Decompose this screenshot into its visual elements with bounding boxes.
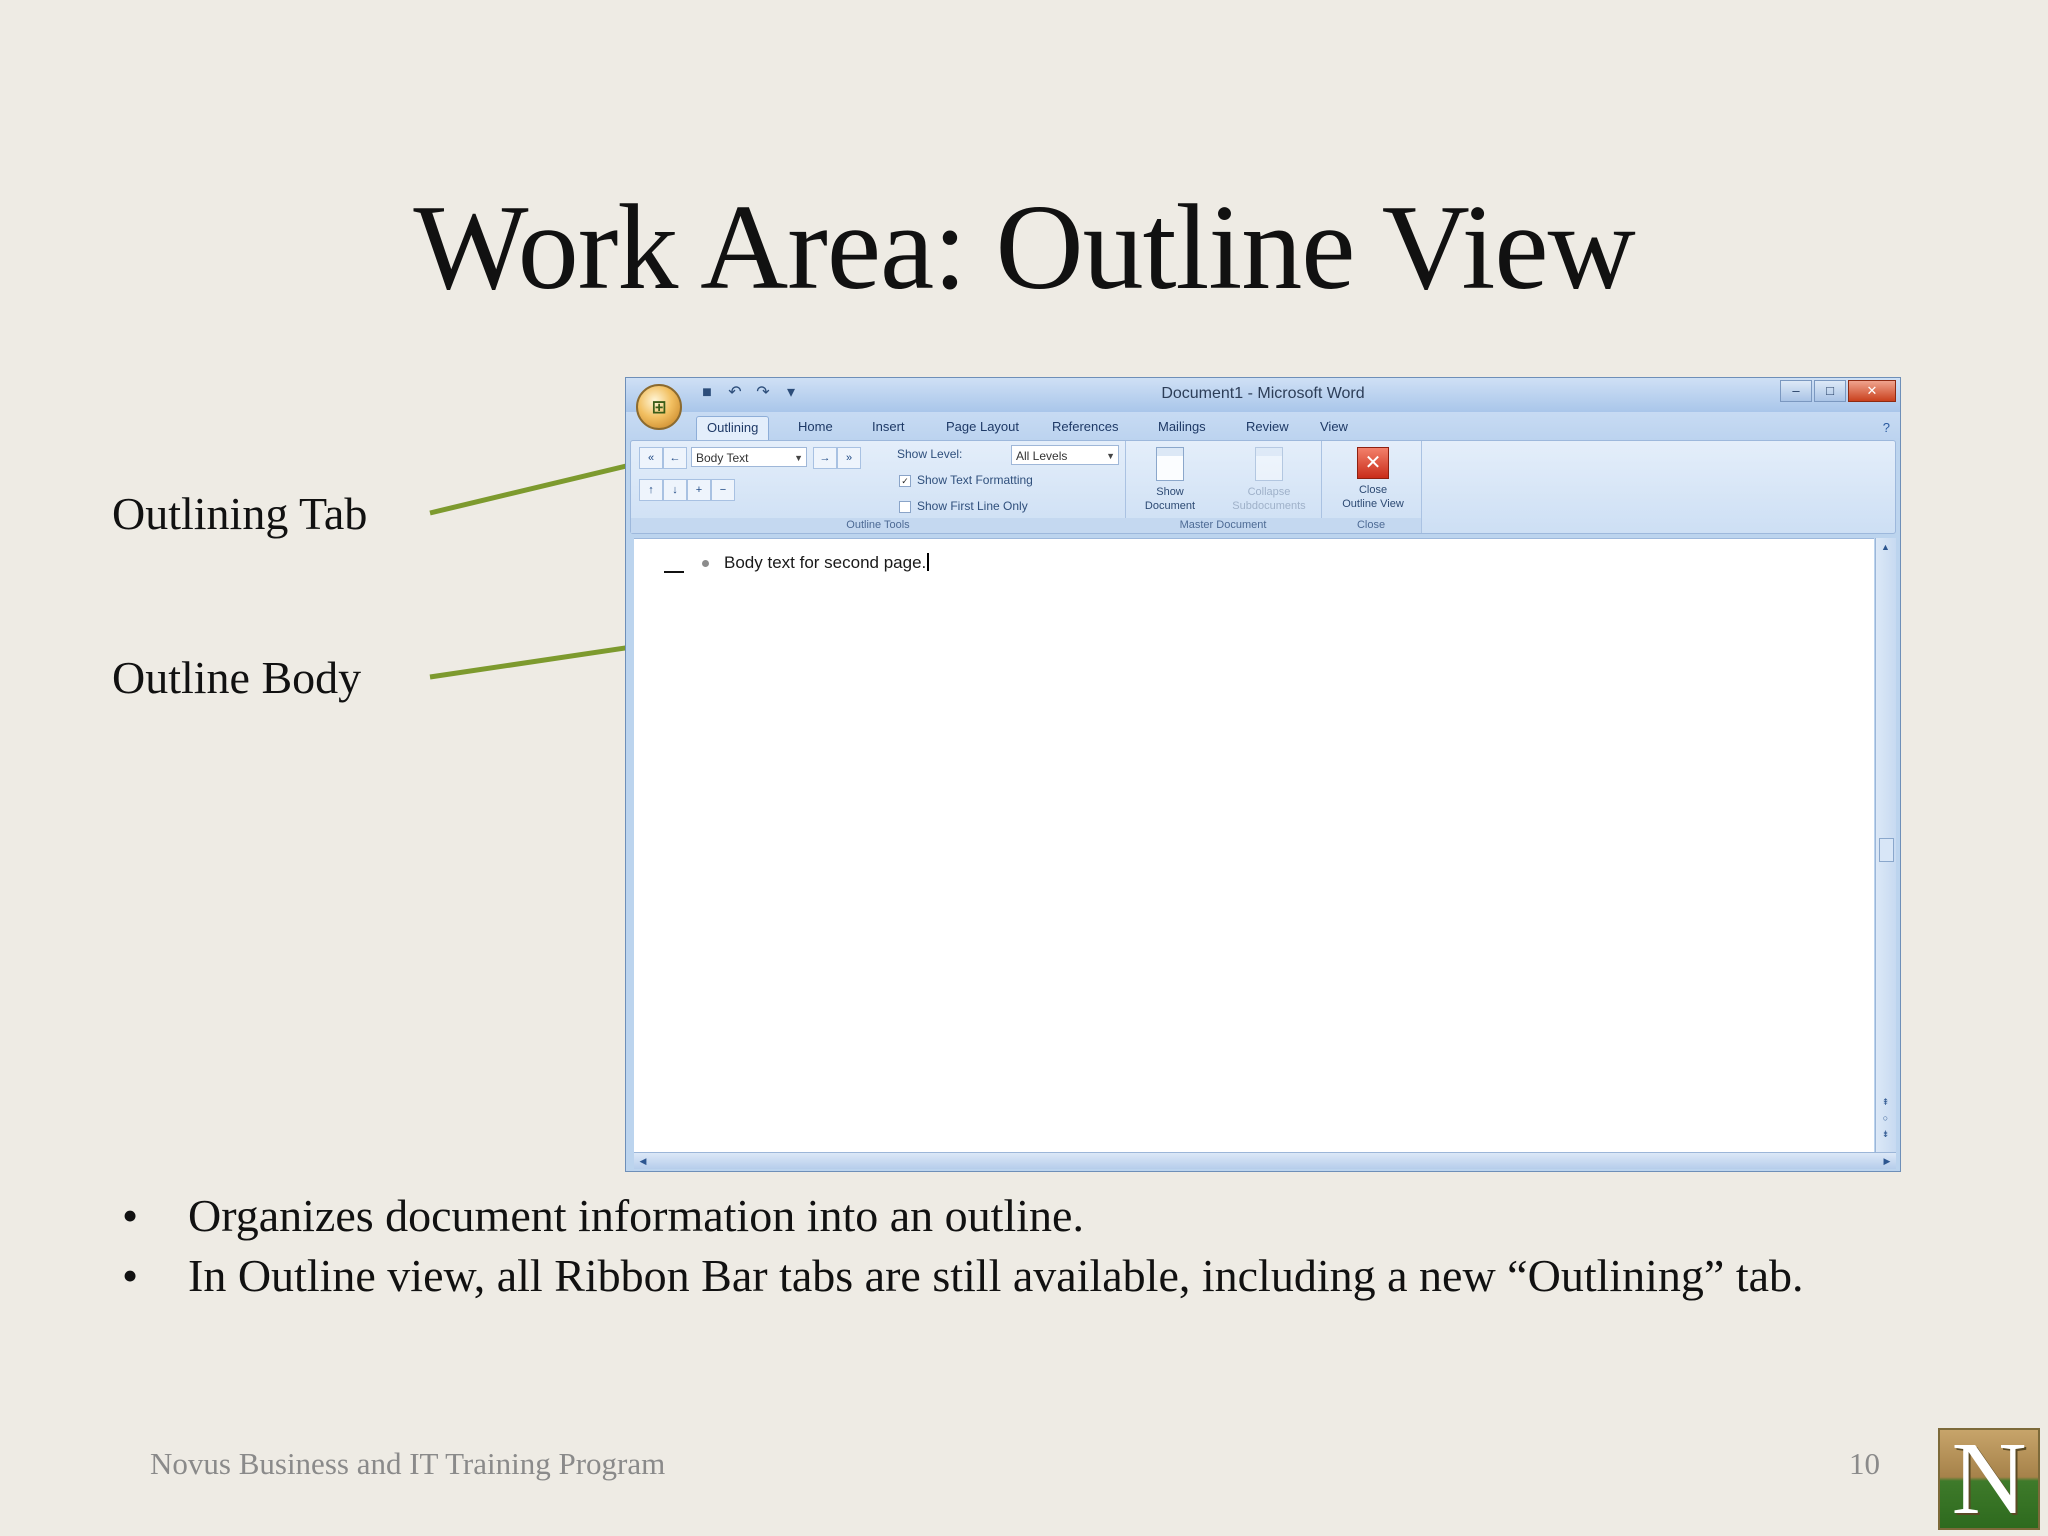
close-window-button[interactable]: ✕ (1848, 380, 1896, 402)
expand-icon[interactable]: + (687, 479, 711, 501)
minimize-button[interactable]: – (1780, 380, 1812, 402)
checkbox-unchecked-icon (899, 500, 911, 513)
outline-level-marker (664, 571, 684, 573)
chevron-down-icon: ▼ (1106, 451, 1115, 461)
close-outline-view-button[interactable]: ✕ Close Outline View (1331, 445, 1415, 515)
tab-page-layout[interactable]: Page Layout (936, 416, 1029, 438)
show-text-formatting-label: Show Text Formatting (917, 473, 1033, 487)
show-level-combo[interactable]: All Levels ▼ (1011, 445, 1119, 465)
slide-title: Work Area: Outline View (413, 180, 1635, 315)
outline-document-area[interactable]: Body text for second page. (634, 538, 1874, 1153)
ribbon: « ← Body Text ▼ → » ↑ ↓ + − Show Level: … (630, 440, 1896, 534)
show-level-value: All Levels (1016, 449, 1068, 463)
show-level-label: Show Level: (897, 447, 963, 461)
show-document-button[interactable]: Show Document (1135, 445, 1205, 515)
bullet-dot: • (122, 1190, 139, 1241)
scroll-right-icon[interactable]: ▶ (1880, 1154, 1894, 1168)
collapse-subdocuments-button[interactable]: Collapse Subdocuments (1221, 445, 1317, 515)
tab-references[interactable]: References (1042, 416, 1128, 438)
tab-mailings[interactable]: Mailings (1148, 416, 1216, 438)
body-text-bullet-icon (702, 560, 709, 567)
move-down-icon[interactable]: ↓ (663, 479, 687, 501)
outline-body-text-item[interactable]: Body text for second page. (702, 553, 930, 573)
bullet-list: • Organizes document information into an … (118, 1186, 2018, 1306)
help-icon[interactable]: ? (1883, 420, 1890, 435)
vertical-scroll-thumb[interactable] (1879, 838, 1894, 862)
group-close: ✕ Close Outline View Close (1321, 441, 1422, 533)
outline-level-value: Body Text (696, 451, 749, 465)
tab-outlining[interactable]: Outlining (696, 416, 770, 441)
collapse-subdocuments-icon (1255, 447, 1283, 481)
scroll-left-icon[interactable]: ◀ (636, 1154, 650, 1168)
demote-icon[interactable]: → (813, 447, 837, 469)
scroll-up-icon[interactable]: ▲ (1879, 540, 1892, 554)
page-number: 10 (1849, 1446, 1880, 1481)
maximize-button[interactable]: □ (1814, 380, 1846, 402)
close-icon: ✕ (1357, 447, 1389, 479)
group-outline-tools: « ← Body Text ▼ → » ↑ ↓ + − Show Level: … (631, 441, 1126, 533)
tab-home[interactable]: Home (788, 416, 843, 438)
collapse-icon[interactable]: − (711, 479, 735, 501)
bullet-item: • Organizes document information into an … (118, 1186, 2018, 1246)
promote-icon[interactable]: ← (663, 447, 687, 469)
outline-item-text: Body text for second page. (724, 553, 927, 572)
bullet-dot: • (122, 1250, 139, 1301)
show-level-row: Show Level: (897, 445, 962, 463)
chevron-down-icon: ▼ (794, 453, 803, 463)
group-master-document: Show Document Collapse Subdocuments Mast… (1125, 441, 1322, 533)
select-browse-object-icon[interactable]: ○ (1879, 1111, 1892, 1125)
bullet-item: • In Outline view, all Ribbon Bar tabs ar… (118, 1246, 2018, 1306)
tab-insert[interactable]: Insert (862, 416, 915, 438)
checkbox-checked-icon: ✓ (899, 474, 911, 487)
show-document-icon (1156, 447, 1184, 481)
previous-page-icon[interactable]: ⇞ (1879, 1095, 1892, 1109)
next-page-icon[interactable]: ⇟ (1879, 1127, 1892, 1141)
tab-view[interactable]: View (1310, 416, 1358, 438)
window-title: Document1 - Microsoft Word (1161, 385, 1365, 402)
move-up-icon[interactable]: ↑ (639, 479, 663, 501)
group-label-outline-tools: Outline Tools (631, 518, 1125, 533)
horizontal-scrollbar[interactable]: ◀ ▶ (634, 1152, 1896, 1169)
office-button[interactable]: ⊞ (636, 384, 682, 430)
tab-review[interactable]: Review (1236, 416, 1299, 438)
callout-outline-body: Outline Body (112, 652, 362, 703)
group-label-master-document: Master Document (1125, 518, 1321, 533)
title-bar: ■ ↶ ↷ ▾ Document1 - Microsoft Word – □ ✕ (626, 378, 1900, 412)
window-controls: – □ ✕ (1780, 380, 1896, 402)
promote-to-heading1-icon[interactable]: « (639, 447, 663, 469)
show-first-line-only-checkbox[interactable]: Show First Line Only (899, 497, 1028, 515)
novus-logo: N (1938, 1428, 2040, 1530)
group-label-close: Close (1321, 518, 1421, 533)
footer-text: Novus Business and IT Training Program (150, 1446, 666, 1481)
word-window: ■ ↶ ↷ ▾ Document1 - Microsoft Word – □ ✕… (625, 377, 1901, 1172)
vertical-scrollbar[interactable]: ▲ ⇞ ○ ⇟ (1875, 538, 1896, 1153)
demote-to-body-icon[interactable]: » (837, 447, 861, 469)
show-first-line-only-label: Show First Line Only (917, 499, 1028, 513)
outline-level-combo[interactable]: Body Text ▼ (691, 447, 807, 467)
show-text-formatting-checkbox[interactable]: ✓ Show Text Formatting (899, 471, 1033, 489)
logo-letter: N (1951, 1428, 2027, 1530)
callout-outlining-tab: Outlining Tab (112, 488, 368, 539)
text-cursor (927, 553, 930, 571)
ribbon-tabs: Outlining Home Insert Page Layout Refere… (626, 412, 1900, 441)
